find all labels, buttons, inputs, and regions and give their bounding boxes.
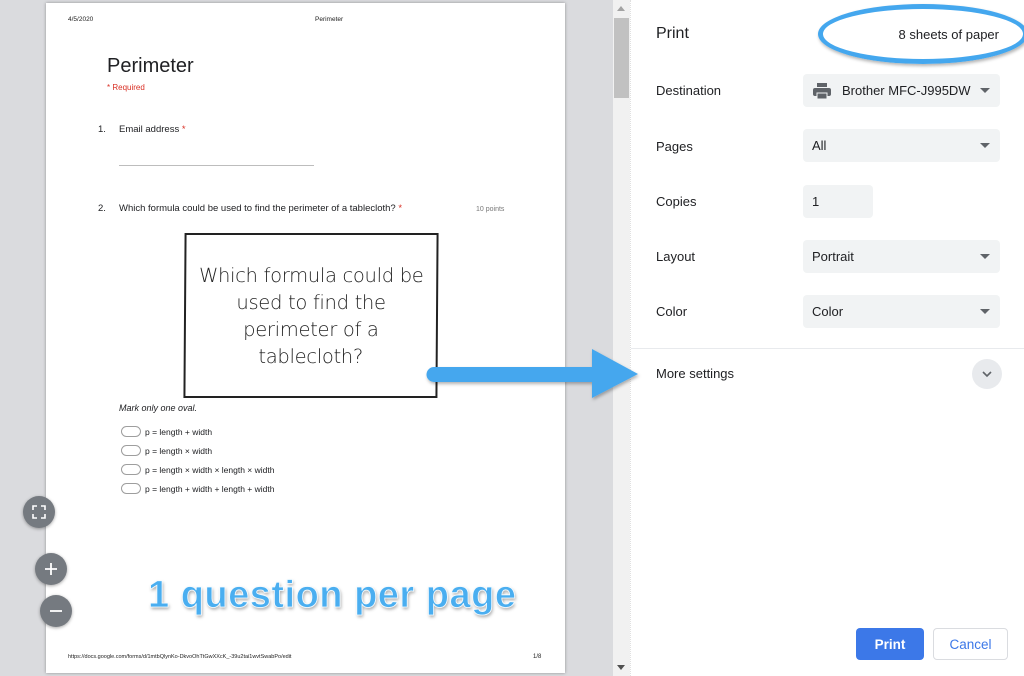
option-item: p = length + width + length + width — [121, 483, 274, 494]
required-star: * — [181, 124, 186, 135]
pages-value: All — [812, 138, 827, 153]
print-title: Print — [656, 25, 689, 42]
preview-page: 4/5/2020 Perimeter Perimeter * Required … — [46, 3, 565, 673]
print-button[interactable]: Print — [856, 628, 924, 660]
email-answer-line — [119, 165, 314, 166]
required-star: * — [398, 203, 403, 214]
page-header-date: 4/5/2020 — [68, 16, 94, 23]
destination-value: Brother MFC-J995DW — [842, 83, 971, 98]
option-item: p = length × width — [121, 445, 212, 456]
option-label: p = length + width — [145, 426, 213, 437]
question-image: Which formula could be used to find the … — [183, 233, 439, 398]
page-footer-number: 1/8 — [533, 654, 542, 660]
pages-select[interactable]: All — [803, 129, 1000, 162]
dropdown-caret-icon — [980, 254, 990, 259]
printer-icon — [813, 82, 831, 99]
question-1-label: Email address — [119, 124, 180, 135]
zoom-in-button[interactable] — [35, 553, 67, 585]
dropdown-caret-icon — [980, 309, 990, 314]
copies-input[interactable]: 1 — [803, 185, 873, 218]
layout-label: Layout — [656, 249, 696, 264]
question-points: 10 points — [476, 206, 505, 213]
option-item: p = length × width × length × width — [121, 464, 274, 475]
scroll-down-arrow-icon[interactable] — [617, 665, 625, 670]
fit-to-page-button[interactable] — [23, 496, 55, 528]
minus-icon — [50, 610, 62, 612]
radio-oval — [121, 426, 141, 437]
color-label: Color — [656, 304, 688, 319]
annotation-text: 1 question per page — [148, 574, 517, 617]
more-settings-toggle[interactable] — [972, 359, 1002, 389]
scroll-up-arrow-icon[interactable] — [617, 6, 625, 11]
option-label: p = length + width + length + width — [145, 483, 275, 494]
color-value: Color — [812, 304, 844, 319]
instruction-text: Mark only one oval. — [119, 403, 198, 413]
option-item: p = length + width — [121, 426, 212, 437]
chevron-down-icon — [982, 371, 992, 378]
scroll-thumb[interactable] — [614, 18, 629, 98]
question-2-text: Which formula could be used to find the … — [119, 203, 402, 214]
question-2-label: Which formula could be used to find the … — [119, 203, 396, 214]
radio-oval — [121, 464, 141, 475]
pages-label: Pages — [656, 139, 693, 154]
copies-label: Copies — [656, 194, 697, 209]
plus-icon — [45, 563, 57, 575]
question-1-number: 1. — [98, 124, 106, 135]
option-label: p = length × width × length × width — [145, 464, 275, 475]
preview-scrollbar[interactable] — [613, 0, 630, 676]
layout-select[interactable]: Portrait — [803, 240, 1000, 273]
color-select[interactable]: Color — [803, 295, 1000, 328]
question-2-number: 2. — [98, 203, 106, 214]
question-1-text: Email address * — [119, 124, 186, 135]
cancel-button[interactable]: Cancel — [933, 628, 1008, 660]
fit-to-page-icon — [32, 505, 46, 519]
more-settings-label[interactable]: More settings — [656, 366, 734, 381]
required-note: * Required — [107, 83, 145, 92]
form-title: Perimeter — [107, 55, 194, 77]
sheet-count: 8 sheets of paper — [898, 27, 999, 42]
radio-oval — [121, 445, 141, 456]
destination-label: Destination — [656, 83, 722, 98]
dropdown-caret-icon — [980, 88, 990, 93]
layout-value: Portrait — [812, 249, 854, 264]
page-header-title: Perimeter — [315, 16, 344, 23]
dropdown-caret-icon — [980, 143, 990, 148]
question-image-text: Which formula could be used to find the … — [198, 263, 424, 368]
destination-select[interactable]: Brother MFC-J995DW — [803, 74, 1000, 107]
page-footer-url: https://docs.google.com/forms/d/1mtbQlyn… — [68, 654, 292, 660]
zoom-out-button[interactable] — [40, 595, 72, 627]
print-settings-panel: Print 8 sheets of paper Destination Brot… — [630, 0, 1024, 676]
option-label: p = length × width — [145, 445, 213, 456]
radio-oval — [121, 483, 141, 494]
divider — [631, 348, 1024, 349]
print-preview-area: 4/5/2020 Perimeter Perimeter * Required … — [0, 0, 613, 676]
